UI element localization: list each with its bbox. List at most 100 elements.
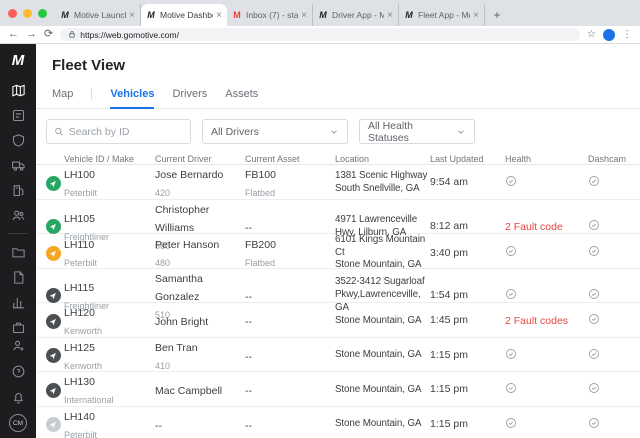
address-bar[interactable]: https://web.gomotive.com/ xyxy=(60,28,580,41)
vehicle-location: 3522-3412 Sugarloaf Pkwy,Lawrenceville, … xyxy=(335,276,430,314)
browser-tab[interactable]: MInbox (7) - stan.marshal@trucki× xyxy=(227,4,313,26)
sidebar-item-document-icon[interactable] xyxy=(7,268,29,286)
tab-assets[interactable]: Assets xyxy=(225,88,258,108)
back-icon[interactable]: ← xyxy=(8,29,19,40)
vehicle-status-icon xyxy=(46,417,61,432)
driver-number: 480 xyxy=(155,258,170,268)
asset-type: Flatbed xyxy=(245,188,275,198)
asset-id: -- xyxy=(245,316,252,328)
browser-profile-avatar[interactable] xyxy=(603,29,615,41)
user-avatar[interactable]: CM xyxy=(9,414,27,432)
search-input[interactable] xyxy=(69,126,183,138)
vehicle-id: LH120 xyxy=(64,307,95,319)
table-row[interactable]: LH110Peterbilt Peter Hanson480 FB200Flat… xyxy=(36,234,640,269)
document-icon xyxy=(11,270,26,285)
tab-drivers[interactable]: Drivers xyxy=(172,88,207,108)
vehicle-id: LH105 xyxy=(64,213,95,225)
vehicle-make: Peterbilt xyxy=(64,430,97,438)
safety-shield-icon xyxy=(11,133,26,148)
vehicle-make: Kenworth xyxy=(64,361,102,371)
sidebar-item-fuel-icon[interactable] xyxy=(7,181,29,199)
vehicle-status-icon xyxy=(46,383,61,398)
sidebar-item-folder-icon[interactable] xyxy=(7,243,29,261)
asset-id: -- xyxy=(245,385,252,397)
table-row[interactable]: LH130International Mac Campbell -- Stone… xyxy=(36,372,640,407)
vehicle-status-icon xyxy=(46,314,61,329)
reload-icon[interactable]: ⟳ xyxy=(44,29,53,40)
close-window-button[interactable] xyxy=(8,9,17,18)
driver-name: Mac Campbell xyxy=(155,385,222,397)
asset-id: -- xyxy=(245,351,252,363)
new-tab-button[interactable]: + xyxy=(489,7,505,23)
person-add-icon xyxy=(11,338,26,353)
vehicle-id: LH115 xyxy=(64,282,94,294)
table-row[interactable]: LH100Peterbilt Jose Bernardo420 FB100Fla… xyxy=(36,165,640,200)
table-row[interactable]: LH115Freightliner Samantha Gonzalez510 -… xyxy=(36,269,640,304)
compliance-list-icon xyxy=(11,108,26,123)
bookmark-star-icon[interactable]: ☆ xyxy=(587,29,596,40)
tab-close-icon[interactable]: × xyxy=(216,10,222,21)
browser-window: MMotive Launchpad×MMotive Dashboard×MInb… xyxy=(0,0,640,438)
sidebar-item-truck-dispatch-icon[interactable] xyxy=(7,156,29,174)
browser-tab[interactable]: MMotive Launchpad× xyxy=(55,4,141,26)
health-fault-link[interactable]: 2 Fault code xyxy=(505,221,588,233)
vehicle-id: LH100 xyxy=(64,169,95,181)
motive-favicon: M xyxy=(146,10,156,20)
last-updated: 1:45 pm xyxy=(430,314,505,327)
tab-close-icon[interactable]: × xyxy=(301,10,307,21)
motive-favicon: M xyxy=(60,10,70,20)
app-sidebar: M CM xyxy=(0,44,36,438)
tab-divider xyxy=(91,88,92,100)
forward-icon[interactable]: → xyxy=(26,29,37,40)
vehicle-make: International xyxy=(64,395,114,405)
sidebar-item-reports-chart-icon[interactable] xyxy=(7,293,29,311)
vehicle-location: Stone Mountain, GA xyxy=(335,349,430,362)
tab-close-icon[interactable]: × xyxy=(129,10,135,21)
vehicle-location: Stone Mountain, GA xyxy=(335,418,430,431)
column-header: Vehicle ID / Make xyxy=(64,154,155,164)
asset-id: -- xyxy=(245,420,252,432)
tab-map[interactable]: Map xyxy=(52,88,73,108)
browser-tab-title: Fleet App - Motive xyxy=(418,10,470,20)
tab-close-icon[interactable]: × xyxy=(387,10,393,21)
dashcam-ok-icon xyxy=(588,416,640,434)
asset-id: -- xyxy=(245,291,252,303)
sidebar-item-person-add-icon[interactable] xyxy=(7,336,29,354)
browser-tab[interactable]: MFleet App - Motive× xyxy=(399,4,485,26)
browser-menu-icon[interactable]: ⋮ xyxy=(622,29,632,40)
last-updated: 3:40 pm xyxy=(430,247,505,260)
sidebar-item-users-icon[interactable] xyxy=(7,206,29,224)
health-filter-select[interactable]: All Health Statuses xyxy=(359,119,475,144)
zoom-window-button[interactable] xyxy=(38,9,47,18)
sidebar-item-box-icon[interactable] xyxy=(7,318,29,336)
table-row[interactable]: LH140Peterbilt -- -- Stone Mountain, GA … xyxy=(36,407,640,438)
health-fault-link[interactable]: 2 Fault codes xyxy=(505,315,588,327)
column-header: Current Asset xyxy=(245,154,335,164)
sidebar-item-map-icon[interactable] xyxy=(7,81,29,99)
help-icon xyxy=(11,364,26,379)
driver-filter-select[interactable]: All Drivers xyxy=(202,119,348,144)
browser-tab[interactable]: MDriver App - Motive× xyxy=(313,4,399,26)
tab-vehicles[interactable]: Vehicles xyxy=(110,88,154,108)
url-text: https://web.gomotive.com/ xyxy=(80,30,179,40)
motive-favicon: M xyxy=(318,10,328,20)
sidebar-item-help-icon[interactable] xyxy=(7,362,29,380)
sidebar-item-safety-shield-icon[interactable] xyxy=(7,131,29,149)
search-box[interactable] xyxy=(46,119,191,144)
minimize-window-button[interactable] xyxy=(23,9,32,18)
browser-tab[interactable]: MMotive Dashboard× xyxy=(141,4,227,26)
health-ok-icon xyxy=(505,287,588,305)
table-row[interactable]: LH125Kenworth Ben Tran410 -- Stone Mount… xyxy=(36,338,640,373)
table-row[interactable]: LH105Freightliner Christopher Williams56… xyxy=(36,200,640,235)
box-icon xyxy=(11,320,26,335)
motive-logo: M xyxy=(12,52,25,69)
sidebar-divider xyxy=(8,233,28,234)
tab-close-icon[interactable]: × xyxy=(473,10,479,21)
column-header: Health xyxy=(505,154,588,164)
browser-toolbar: ← → ⟳ https://web.gomotive.com/ ☆ ⋮ xyxy=(0,26,640,44)
dashcam-ok-icon xyxy=(588,381,640,399)
sidebar-item-compliance-list-icon[interactable] xyxy=(7,106,29,124)
vehicle-id: LH110 xyxy=(64,239,94,251)
sidebar-item-bell-icon[interactable] xyxy=(7,388,29,406)
driver-name: Christopher Williams xyxy=(155,204,209,234)
